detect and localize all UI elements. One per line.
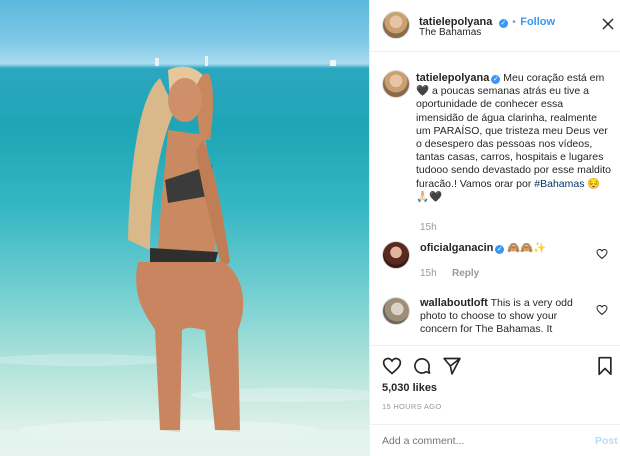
like-heart-icon[interactable]: [382, 356, 402, 376]
caption-time[interactable]: 15h: [420, 222, 437, 233]
post-comment-button[interactable]: Post: [595, 435, 618, 447]
comment-like-heart-icon[interactable]: [596, 248, 608, 260]
caption-text-part2: a poucas semanas atrás eu tive a oportun…: [416, 85, 611, 190]
comment-item: oficialganacin ✓ 🙈🙈✨: [420, 241, 547, 254]
boat: [330, 60, 336, 66]
post-caption: tatielepolyana ✓ Meu coração está em 🖤 a …: [416, 72, 612, 204]
post-location[interactable]: The Bahamas: [419, 27, 481, 38]
comment-bubble-icon[interactable]: [412, 356, 432, 376]
bookmark-icon[interactable]: [596, 356, 614, 376]
verified-badge-icon: ✓: [495, 245, 505, 254]
more-options-icon[interactable]: [601, 17, 615, 31]
share-icon[interactable]: [442, 356, 462, 376]
comment-input[interactable]: [382, 433, 572, 449]
comment-username[interactable]: oficialganacin: [420, 242, 493, 254]
verified-badge-icon: ✓: [491, 75, 501, 84]
caption-username[interactable]: tatielepolyana: [416, 72, 489, 84]
post-photo[interactable]: [0, 0, 369, 456]
comment-like-heart-icon[interactable]: [596, 304, 608, 316]
verified-badge-icon: ✓: [498, 19, 508, 28]
comment-username[interactable]: wallaboutloft: [420, 297, 488, 309]
caption-text-part1: Meu coração está em: [500, 72, 605, 84]
follow-button[interactable]: Follow: [520, 16, 555, 28]
boat: [205, 56, 208, 66]
add-comment-bar: Post: [370, 424, 620, 456]
comment-text: 🙈🙈✨: [507, 242, 547, 254]
dot-separator: •: [512, 17, 516, 28]
comment-avatar[interactable]: [382, 241, 410, 269]
person-figure: [128, 66, 244, 432]
photo-scene: [0, 56, 369, 456]
hashtag-link[interactable]: #Bahamas: [534, 178, 584, 190]
caption-avatar[interactable]: [382, 70, 410, 98]
post-details-panel: tatielepolyana ✓ • Follow The Bahamas ta…: [369, 0, 620, 456]
caption-heart-emoji: 🖤: [416, 85, 430, 98]
post-timestamp[interactable]: 15 HOURS AGO: [382, 402, 441, 411]
post-header: tatielepolyana ✓ • Follow The Bahamas: [370, 0, 620, 52]
reply-button[interactable]: Reply: [452, 268, 479, 279]
comment-time[interactable]: 15h: [420, 268, 437, 279]
comment-avatar[interactable]: [382, 297, 410, 325]
likes-count[interactable]: 5,030 likes: [382, 382, 437, 394]
author-avatar[interactable]: [382, 11, 410, 39]
boat: [155, 58, 159, 66]
comment-item: wallaboutloft This is a very odd photo t…: [420, 297, 590, 337]
